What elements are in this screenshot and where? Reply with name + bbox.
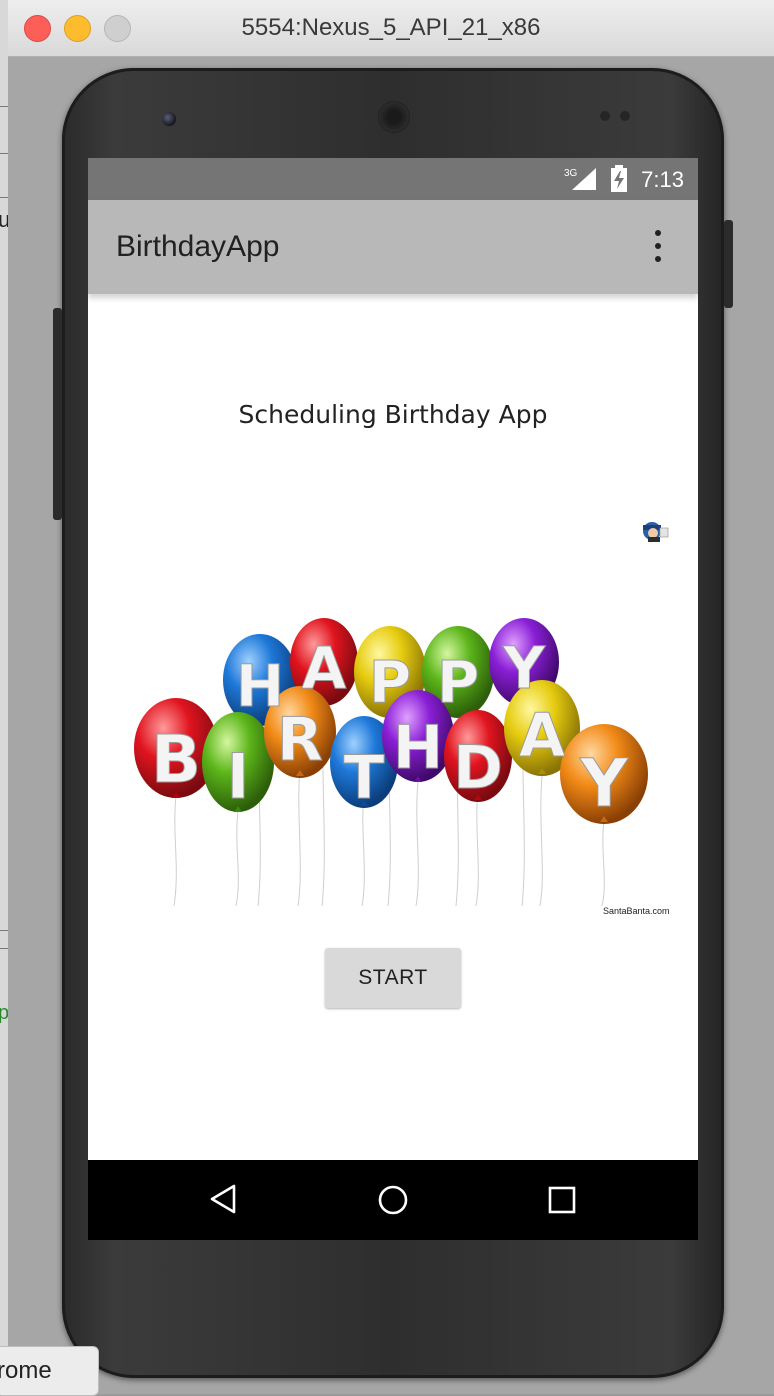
desktop-divider — [0, 153, 8, 154]
desktop-divider — [0, 930, 8, 931]
volume-button[interactable] — [724, 220, 733, 308]
home-circle-icon[interactable] — [377, 1184, 409, 1216]
sensor-icon — [620, 111, 630, 121]
status-bar: 3G 7:13 — [88, 158, 698, 200]
balloon-letter: B — [151, 721, 201, 798]
balloon-letter: A — [302, 634, 347, 702]
sensor-icon — [600, 111, 610, 121]
page-heading: Scheduling Birthday App — [238, 400, 548, 429]
app-bar: BirthdayApp — [88, 200, 698, 294]
power-button[interactable] — [53, 308, 62, 520]
balloon-letter: H — [393, 713, 443, 783]
device-screen: 3G 7:13 BirthdayApp Scheduling Birthday … — [88, 158, 698, 1240]
balloon-letter: Y — [579, 745, 629, 822]
start-button[interactable]: START — [325, 948, 461, 1008]
desktop-divider — [0, 106, 8, 107]
recents-square-icon[interactable] — [548, 1186, 576, 1214]
balloon-letter: P — [437, 648, 480, 716]
window-titlebar[interactable]: 5554:Nexus_5_API_21_x86 — [8, 0, 774, 57]
status-time: 7:13 — [641, 167, 684, 192]
signal-icon: 3G — [564, 168, 596, 190]
image-credit: SantaBanta.com — [603, 906, 670, 916]
network-type-label: 3G — [564, 168, 578, 179]
balloon-letter: T — [344, 743, 385, 813]
character-icon — [643, 522, 669, 542]
app-title: BirthdayApp — [116, 230, 280, 263]
back-triangle-icon[interactable] — [208, 1184, 238, 1214]
balloon-letter: I — [226, 740, 249, 813]
balloon-letter: A — [519, 701, 566, 771]
balloon-letter: Y — [502, 634, 546, 702]
battery-icon — [611, 165, 627, 192]
more-vert-icon[interactable] — [646, 230, 670, 264]
window-title: 5554:Nexus_5_API_21_x86 — [241, 14, 541, 41]
front-camera-icon — [162, 112, 176, 126]
balloon-letter: P — [369, 648, 412, 716]
dock-tooltip: rome — [0, 1346, 99, 1396]
speaker-icon — [378, 101, 410, 133]
desktop-divider — [0, 197, 8, 198]
happy-birthday-balloons-image: H A P P Y B I R T H D A Y — [134, 618, 648, 906]
balloon-letter: R — [277, 705, 323, 775]
balloon-letter: D — [453, 733, 503, 803]
navigation-bar — [88, 1160, 698, 1240]
desktop-divider — [0, 948, 8, 949]
